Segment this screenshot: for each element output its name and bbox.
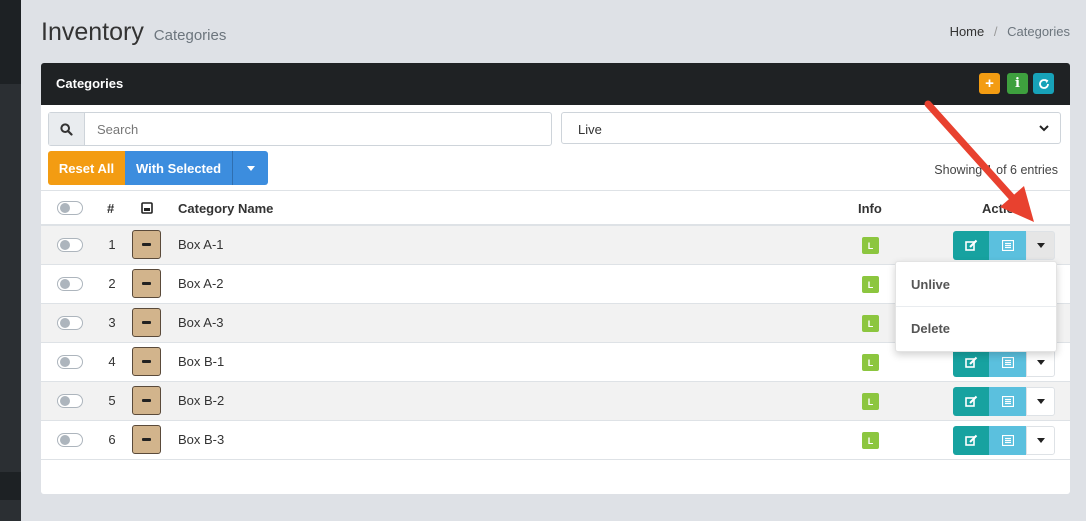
add-category-button[interactable]: + <box>979 73 1000 94</box>
row-index: 1 <box>108 237 116 252</box>
category-name: Box A-1 <box>178 237 224 252</box>
row-actions-dropdown-toggle[interactable] <box>1026 231 1055 260</box>
breadcrumb-home-link[interactable]: Home <box>950 24 985 39</box>
caret-down-icon <box>1036 438 1045 443</box>
info-icon: i <box>1015 76 1020 91</box>
caret-down-icon <box>246 165 255 171</box>
category-thumbnail <box>132 308 161 337</box>
with-selected-button[interactable]: With Selected <box>125 151 232 185</box>
details-button[interactable] <box>989 387 1026 416</box>
row-index: 2 <box>108 276 116 291</box>
live-badge: L <box>862 354 879 371</box>
header-category-name[interactable]: Category Name <box>178 201 273 216</box>
refresh-icon <box>1038 78 1049 89</box>
category-thumbnail <box>132 386 161 415</box>
row-index: 6 <box>108 432 116 447</box>
edit-icon <box>964 434 977 446</box>
row-actions-dropdown-menu: Unlive Delete <box>895 261 1057 352</box>
plus-icon: + <box>985 75 994 92</box>
page-subtitle: Categories <box>153 27 227 44</box>
details-button[interactable] <box>989 231 1026 260</box>
search-input[interactable] <box>85 113 545 145</box>
category-thumbnail <box>132 230 161 259</box>
list-icon <box>1001 240 1014 251</box>
row-actions-dropdown-toggle[interactable] <box>1026 426 1055 455</box>
search-icon <box>60 122 73 136</box>
info-button[interactable]: i <box>1007 73 1028 94</box>
edit-button[interactable] <box>953 426 989 455</box>
chevron-down-icon <box>1039 125 1049 132</box>
row-index: 3 <box>108 315 116 330</box>
sidebar-block-top <box>0 0 21 84</box>
caret-down-icon <box>1036 360 1045 365</box>
card-title: Categories <box>56 76 124 91</box>
row-select-toggle[interactable] <box>57 238 83 252</box>
edit-icon <box>964 395 977 407</box>
row-select-toggle[interactable] <box>57 433 83 447</box>
live-badge: L <box>862 237 879 254</box>
category-thumbnail <box>132 269 161 298</box>
table-header: # Category Name Info Actions <box>41 190 1070 226</box>
page-title-text: Inventory <box>41 18 144 46</box>
live-badge: L <box>862 432 879 449</box>
sidebar-block-bottom <box>0 472 21 500</box>
live-badge: L <box>862 393 879 410</box>
list-icon <box>1001 435 1014 446</box>
status-filter-select[interactable]: Live <box>561 112 1061 144</box>
category-name: Box A-3 <box>178 315 224 330</box>
select-all-toggle[interactable] <box>57 201 83 215</box>
header-actions: Actions <box>982 201 1030 216</box>
edit-button[interactable] <box>953 231 989 260</box>
row-index: 4 <box>108 354 116 369</box>
caret-down-icon <box>1036 399 1045 404</box>
menu-item-unlive[interactable]: Unlive <box>911 277 950 292</box>
category-name: Box B-3 <box>178 432 225 447</box>
menu-item-delete[interactable]: Delete <box>911 321 950 336</box>
row-select-toggle[interactable] <box>57 277 83 291</box>
live-badge: L <box>862 276 879 293</box>
table-row: 6 Box B-3 L <box>41 421 1070 460</box>
image-icon <box>141 202 153 214</box>
refresh-button[interactable] <box>1033 73 1054 94</box>
search-addon <box>49 113 85 145</box>
reset-all-button[interactable]: Reset All <box>48 151 125 185</box>
details-button[interactable] <box>989 426 1026 455</box>
list-icon <box>1001 357 1014 368</box>
table-row: 1 Box A-1 L <box>41 226 1070 265</box>
header-index: # <box>107 201 115 216</box>
menu-divider <box>896 306 1056 307</box>
table-row: 5 Box B-2 L <box>41 382 1070 421</box>
main-content: Inventory Categories Home / Categories C… <box>21 0 1086 521</box>
category-name: Box B-1 <box>178 354 225 369</box>
row-select-toggle[interactable] <box>57 394 83 408</box>
with-selected-dropdown-toggle[interactable] <box>232 151 268 185</box>
search-group <box>48 112 552 146</box>
card-header: Categories + i <box>41 63 1070 105</box>
details-button[interactable] <box>989 348 1026 377</box>
breadcrumb-current: Categories <box>1007 24 1070 39</box>
category-thumbnail <box>132 425 161 454</box>
row-actions-dropdown-toggle[interactable] <box>1026 348 1055 377</box>
header-info: Info <box>858 201 882 216</box>
row-index: 5 <box>108 393 116 408</box>
category-name: Box B-2 <box>178 393 225 408</box>
row-actions-dropdown-toggle[interactable] <box>1026 387 1055 416</box>
status-filter-value: Live <box>578 122 602 137</box>
left-sidebar-strip <box>0 0 21 521</box>
list-icon <box>1001 396 1014 407</box>
category-thumbnail <box>132 347 161 376</box>
edit-icon <box>964 239 977 251</box>
edit-button[interactable] <box>953 387 989 416</box>
category-name: Box A-2 <box>178 276 224 291</box>
live-badge: L <box>862 315 879 332</box>
caret-down-icon <box>1036 243 1045 248</box>
entries-info: Showing 1 of 6 entries <box>934 163 1058 177</box>
breadcrumb: Home / Categories <box>950 24 1070 39</box>
edit-button[interactable] <box>953 348 989 377</box>
edit-icon <box>964 356 977 368</box>
page-title: Inventory Categories <box>41 18 226 47</box>
row-select-toggle[interactable] <box>57 316 83 330</box>
row-select-toggle[interactable] <box>57 355 83 369</box>
breadcrumb-separator: / <box>993 24 998 39</box>
